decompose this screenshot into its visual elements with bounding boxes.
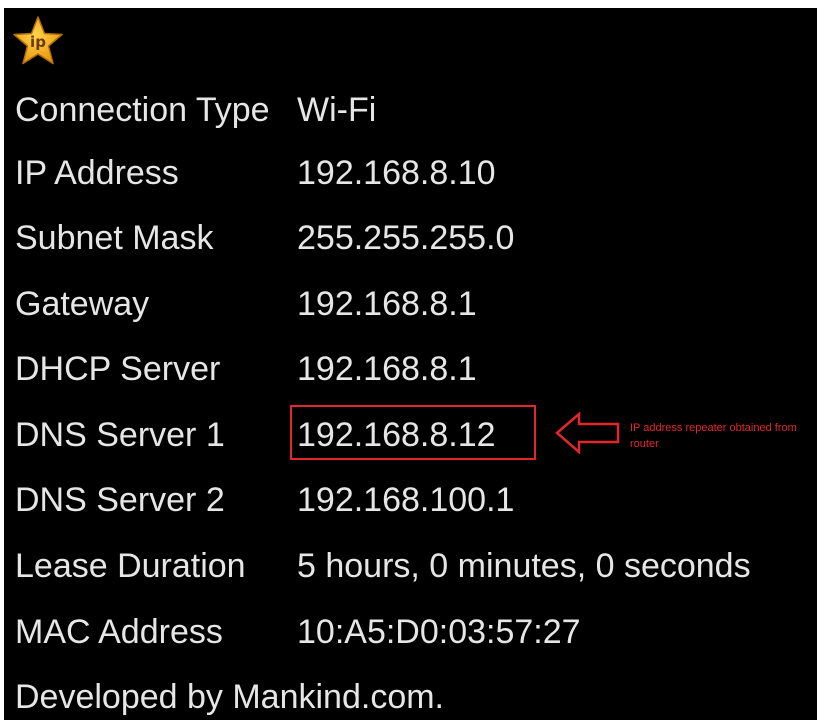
dns-highlight-box	[290, 405, 536, 460]
lease-duration-label: Lease Duration	[15, 547, 246, 585]
annotation-note: IP address repeater obtained from router	[630, 422, 797, 450]
subnet-mask-label: Subnet Mask	[15, 219, 214, 257]
developer-credit: Developed by Mankind.com.	[15, 678, 445, 716]
dns-server-2-value: 192.168.100.1	[297, 481, 515, 519]
dhcp-server-value: 192.168.8.1	[297, 350, 477, 388]
subnet-mask-value: 255.255.255.0	[297, 219, 515, 257]
connection-type-value: Wi-Fi	[297, 91, 377, 129]
gateway-label: Gateway	[15, 285, 150, 323]
info-row-ip-address: IP Address 192.168.8.10	[15, 150, 805, 196]
network-info-screen: ip Connection Type Wi-Fi IP Address 192.…	[4, 8, 817, 720]
info-row-connection-type: Connection Type Wi-Fi	[15, 87, 805, 133]
mac-address-value: 10:A5:D0:03:57:27	[297, 613, 581, 651]
left-arrow-icon	[555, 412, 620, 454]
info-row-lease-duration: Lease Duration 5 hours, 0 minutes, 0 sec…	[15, 543, 805, 589]
ip-star-icon: ip	[13, 16, 63, 65]
ip-address-value: 192.168.8.10	[297, 154, 496, 192]
dhcp-server-label: DHCP Server	[15, 350, 221, 388]
gateway-value: 192.168.8.1	[297, 285, 477, 323]
info-row-dns-server-2: DNS Server 2 192.168.100.1	[15, 477, 805, 523]
info-row-mac-address: MAC Address 10:A5:D0:03:57:27	[15, 609, 805, 655]
dns-server-2-label: DNS Server 2	[15, 481, 225, 519]
mac-address-label: MAC Address	[15, 613, 223, 651]
info-row-dhcp-server: DHCP Server 192.168.8.1	[15, 346, 805, 392]
svg-text:ip: ip	[30, 33, 46, 51]
connection-type-label: Connection Type	[15, 91, 270, 129]
lease-duration-value: 5 hours, 0 minutes, 0 seconds	[297, 547, 751, 585]
dns-server-1-label: DNS Server 1	[15, 416, 225, 454]
info-row-subnet-mask: Subnet Mask 255.255.255.0	[15, 215, 805, 261]
info-row-gateway: Gateway 192.168.8.1	[15, 281, 805, 327]
ip-address-label: IP Address	[15, 154, 179, 192]
